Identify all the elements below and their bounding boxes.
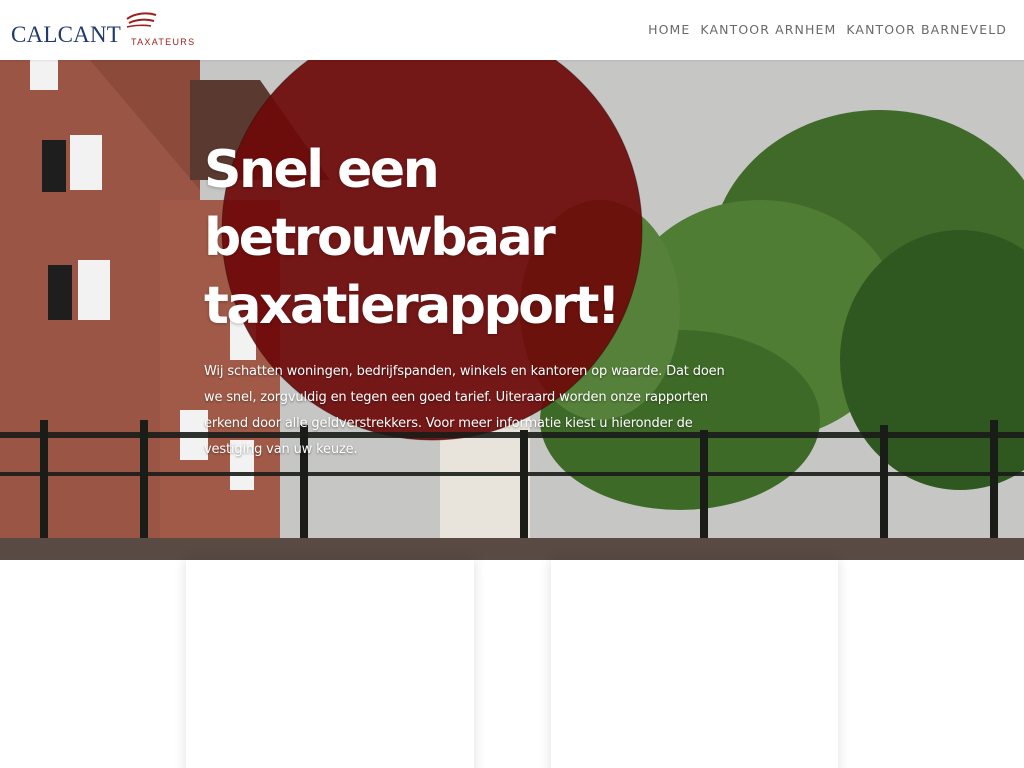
hero-title: Snel een betrouwbaar taxatierapport! <box>204 140 621 336</box>
nav-kantoor-arnhem[interactable]: KANTOOR ARNHEM <box>700 22 836 38</box>
site-header: CALCANT TAXATEURS HOME KANTOOR ARNHEM KA… <box>0 0 1024 60</box>
nav-home[interactable]: HOME <box>648 22 690 38</box>
logo-text: CALCANT <box>11 22 122 47</box>
logo-link[interactable]: CALCANT TAXATEURS <box>11 11 196 51</box>
hero-section: Snel een betrouwbaar taxatierapport! Wij… <box>0 60 1024 560</box>
nav-kantoor-barneveld[interactable]: KANTOOR BARNEVELD <box>846 22 1007 38</box>
location-card-1[interactable] <box>186 560 474 768</box>
logo-mark-icon <box>126 12 157 28</box>
location-card-2[interactable] <box>551 560 838 768</box>
main-nav: HOME KANTOOR ARNHEM KANTOOR BARNEVELD <box>648 22 1007 38</box>
hero-description: Wij schatten woningen, bedrijfspanden, w… <box>204 364 725 457</box>
logo-subtext: TAXATEURS <box>131 37 196 47</box>
